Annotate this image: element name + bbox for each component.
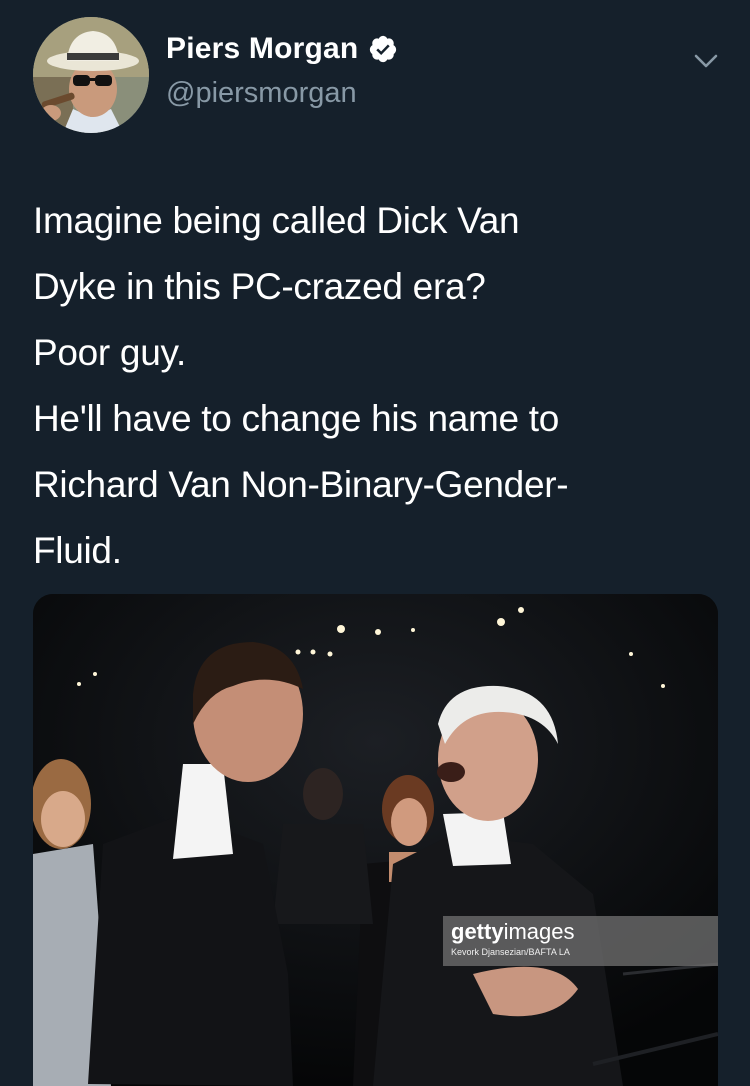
avatar[interactable] bbox=[33, 17, 149, 133]
tweet-text: Imagine being called Dick Van Dyke in th… bbox=[33, 188, 723, 584]
watermark-brand-bold: getty bbox=[451, 919, 504, 944]
tweet-media-photo[interactable]: gettyimages Kevork Djansezian/BAFTA LA bbox=[33, 594, 718, 1086]
tweet-text-line: Imagine being called Dick Van bbox=[33, 200, 520, 241]
tweet-text-line: Fluid. bbox=[33, 530, 122, 571]
author-name-row[interactable]: Piers Morgan bbox=[166, 32, 398, 66]
tweet-text-line: He'll have to change his name to bbox=[33, 398, 560, 439]
tweet-text-line: Dyke in this PC-crazed era? bbox=[33, 266, 486, 307]
verified-badge-icon bbox=[370, 35, 397, 63]
getty-images-watermark: gettyimages Kevork Djansezian/BAFTA LA bbox=[443, 916, 718, 966]
watermark-brand: gettyimages bbox=[451, 920, 718, 944]
tweet-text-line: Richard Van Non-Binary-Gender- bbox=[33, 464, 569, 505]
tweet-text-line: Poor guy. bbox=[33, 332, 186, 373]
chevron-down-icon[interactable] bbox=[690, 44, 722, 76]
watermark-brand-regular: images bbox=[503, 919, 575, 944]
display-name[interactable]: Piers Morgan bbox=[166, 32, 358, 66]
tweet-card: Piers Morgan @piersmorgan Imagine being … bbox=[0, 0, 750, 1086]
author-handle[interactable]: @piersmorgan bbox=[166, 77, 357, 110]
watermark-credit: Kevork Djansezian/BAFTA LA bbox=[451, 947, 570, 957]
